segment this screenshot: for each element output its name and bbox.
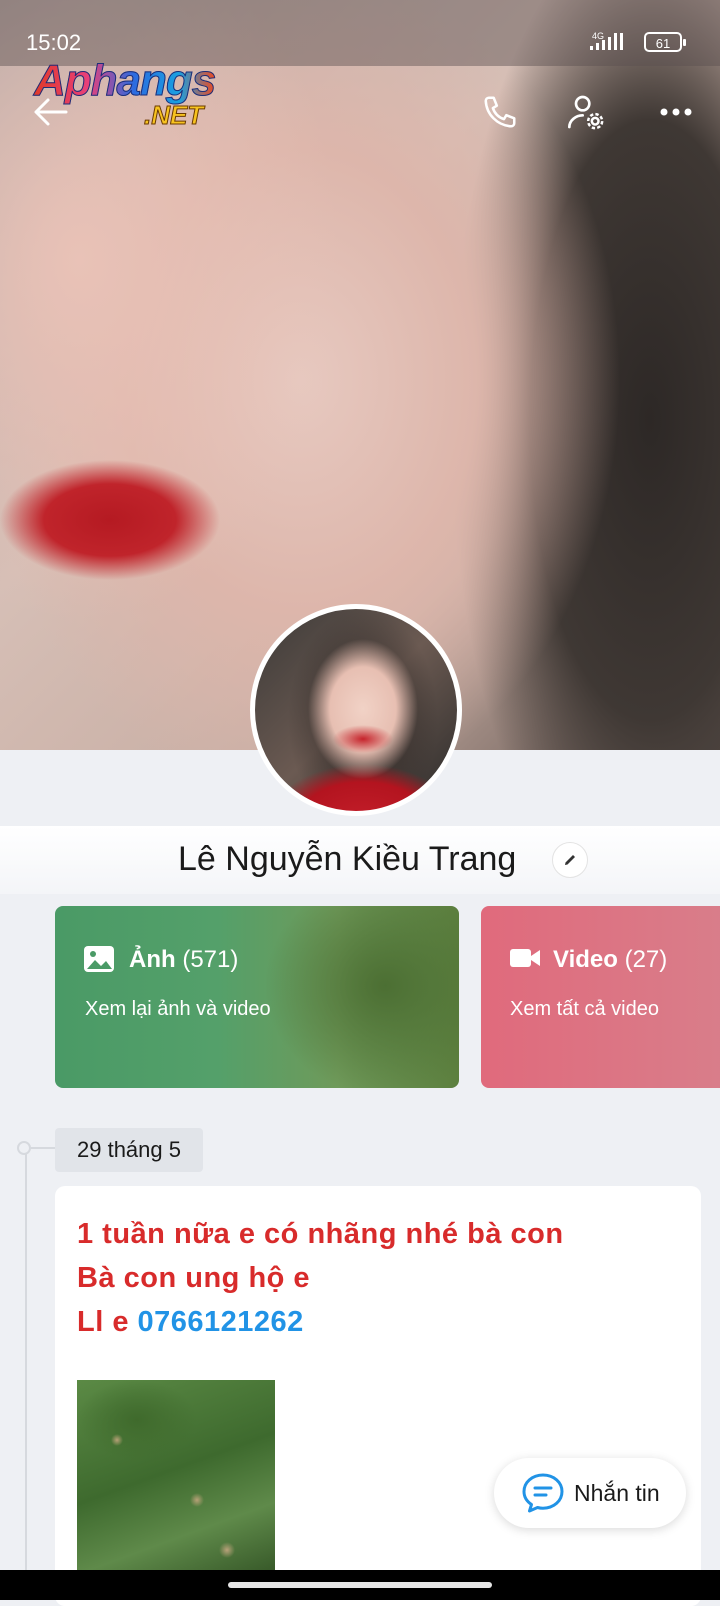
network-label: 4G (592, 31, 604, 41)
video-camera-icon (509, 946, 541, 975)
battery-level: 61 (655, 36, 671, 51)
phone-number-link[interactable]: 0766121262 (138, 1306, 304, 1338)
pencil-icon (565, 855, 575, 865)
watermark-sub: .NET (143, 100, 204, 131)
videos-label: Video (553, 946, 618, 973)
post-text-line-3: Ll e 0766121262 (77, 1306, 304, 1339)
call-button[interactable] (474, 86, 526, 138)
photos-title: Ảnh (571) (129, 946, 238, 974)
photos-label: Ảnh (129, 946, 176, 973)
back-button[interactable] (24, 86, 76, 138)
post-text-line-1: 1 tuần nữa e có nhãng nhé bà con (77, 1218, 564, 1250)
image-icon (83, 944, 115, 979)
post-photo[interactable] (77, 1380, 275, 1586)
profile-name: Lê Nguyễn Kiều Trang (178, 840, 517, 878)
more-button[interactable] (650, 86, 702, 138)
avatar[interactable] (250, 604, 462, 816)
timeline-connector (31, 1147, 55, 1149)
back-arrow-icon (34, 98, 68, 126)
status-time: 15:02 (26, 30, 82, 55)
chat-bubble-icon (520, 1470, 566, 1516)
post-card[interactable]: 1 tuần nữa e có nhãng nhé bà con Bà con … (55, 1186, 701, 1606)
videos-title: Video (27) (553, 946, 667, 974)
photos-count: (571) (182, 946, 239, 973)
edit-name-button[interactable] (552, 842, 588, 878)
more-icon (660, 108, 692, 116)
battery-icon: 61 (644, 32, 686, 52)
message-button[interactable]: Nhắn tin (494, 1458, 686, 1528)
timeline-dot (17, 1141, 31, 1155)
timeline-line (25, 1148, 27, 1600)
home-indicator[interactable] (228, 1582, 492, 1588)
signal-icon: 4G (588, 30, 632, 54)
photos-subtitle: Xem lại ảnh và video (85, 998, 271, 1020)
post-text-line-2: Bà con ung hộ e (77, 1262, 311, 1294)
timeline-date: 29 tháng 5 (55, 1128, 203, 1172)
message-button-label: Nhắn tin (574, 1479, 660, 1506)
profile-settings-button[interactable] (560, 86, 612, 138)
photos-card[interactable]: Ảnh (571) Xem lại ảnh và video (55, 906, 459, 1088)
profile-name-row: Lê Nguyễn Kiều Trang (0, 826, 720, 894)
phone-icon (484, 96, 516, 128)
user-settings-icon (568, 95, 604, 130)
videos-count: (27) (624, 946, 668, 973)
videos-card[interactable]: Video (27) Xem tất cả video (481, 906, 720, 1088)
post-text-prefix: Ll e (77, 1306, 129, 1338)
videos-subtitle: Xem tất cả video (510, 998, 659, 1020)
